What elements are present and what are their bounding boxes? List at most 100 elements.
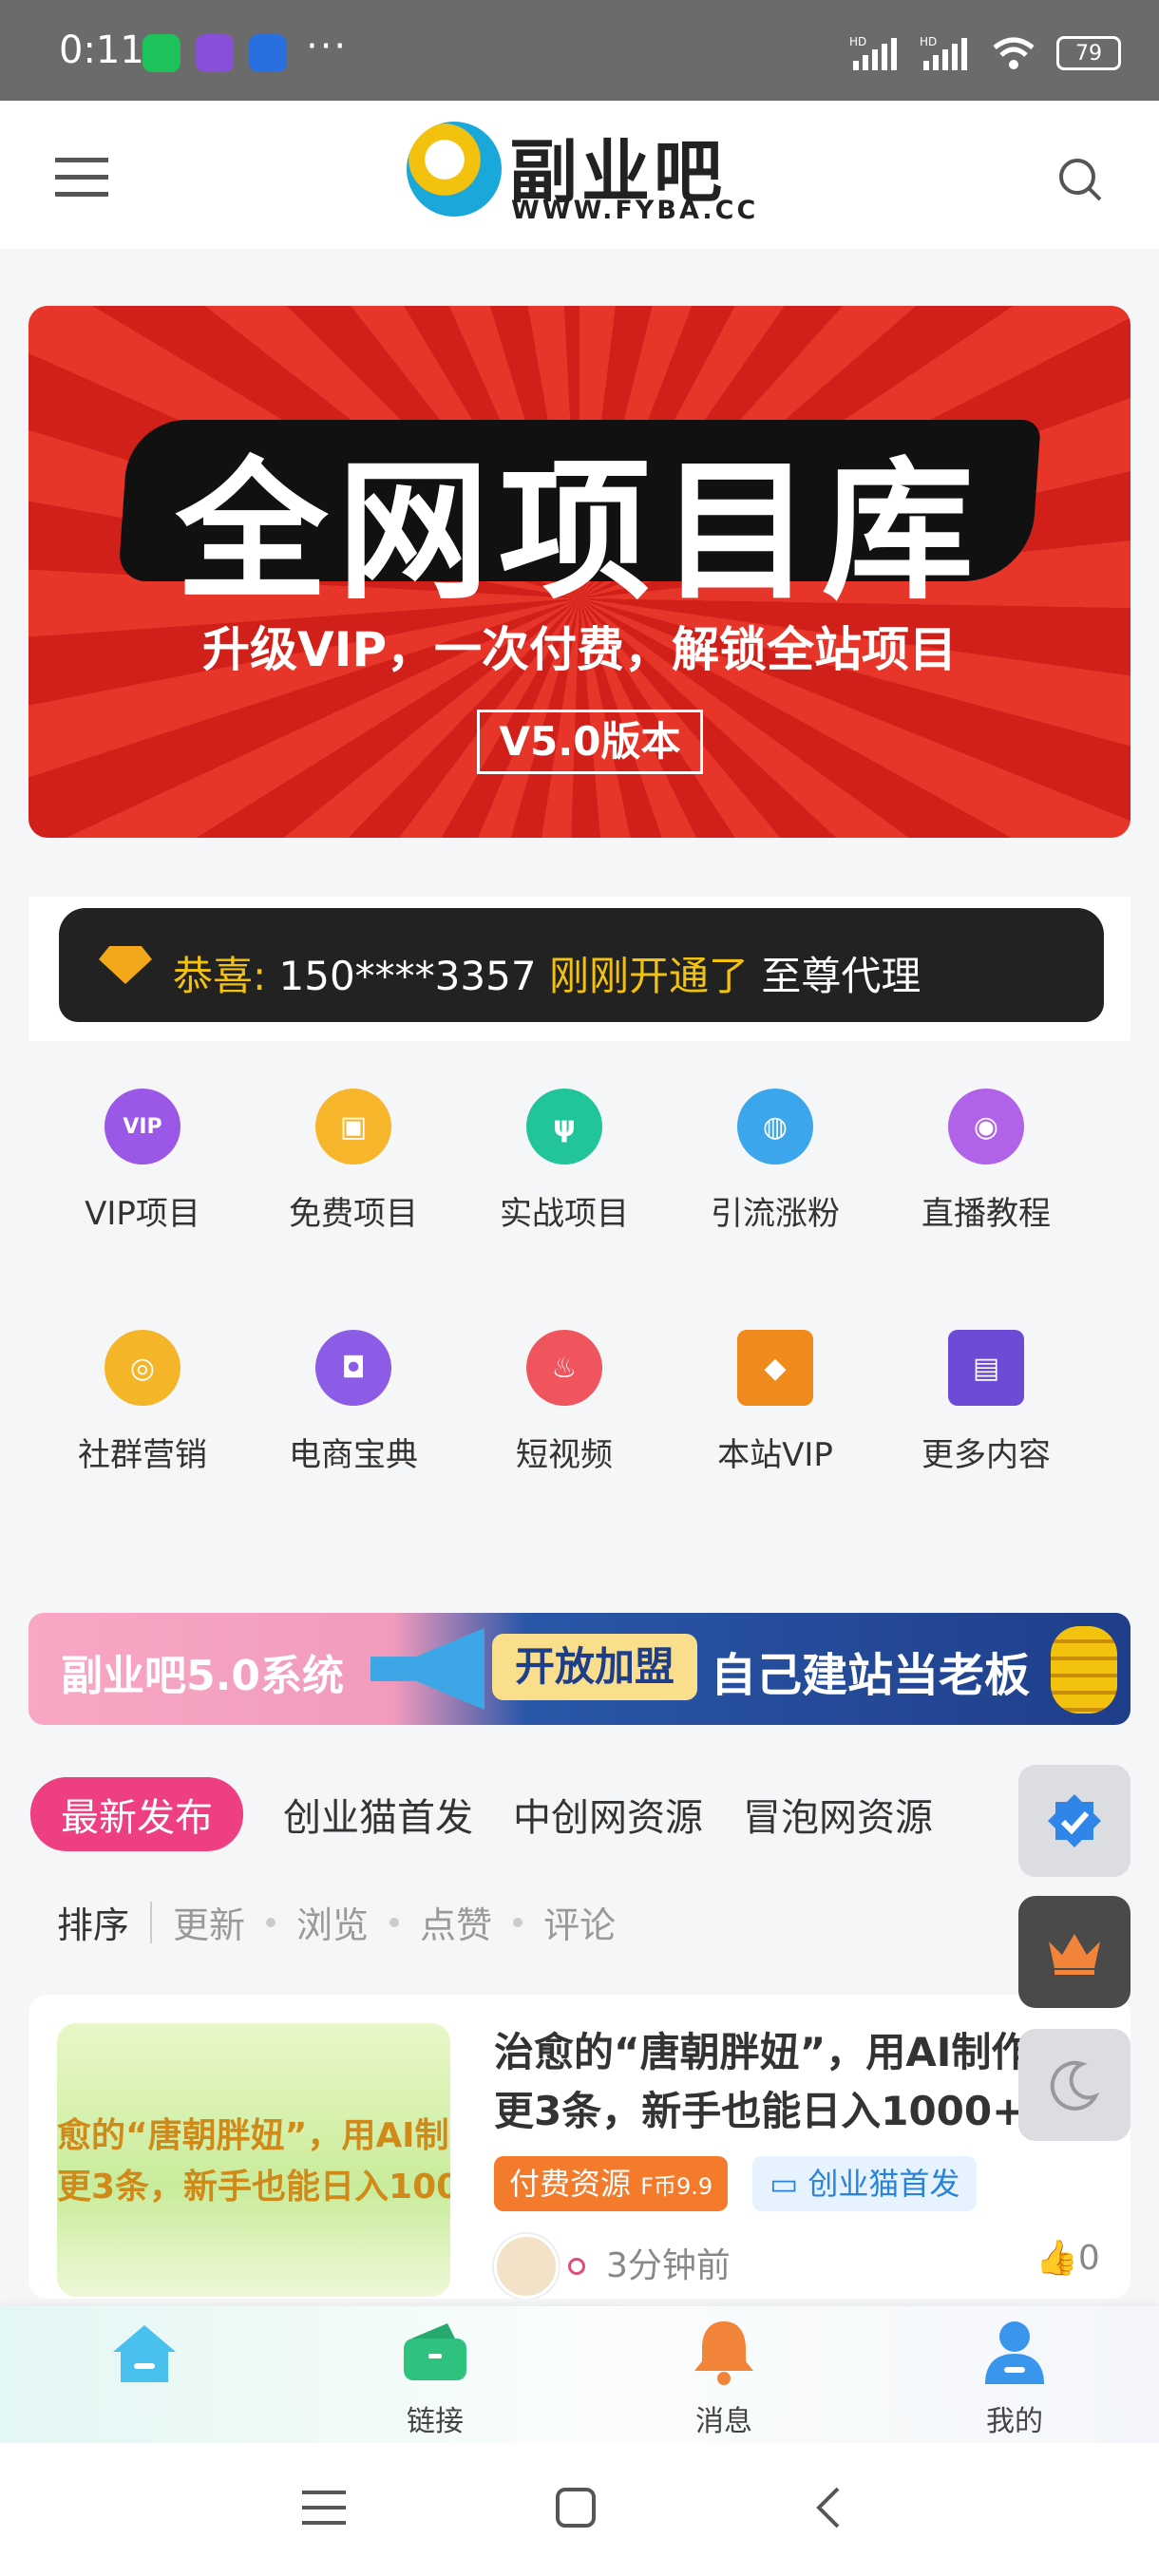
source-tag[interactable]: ▭ 创业猫首发 xyxy=(752,2156,978,2211)
nav-home[interactable] xyxy=(68,2318,220,2397)
utensils-icon: ψ xyxy=(526,1089,602,1165)
category-label: VIP项目 xyxy=(85,1195,200,1233)
vip-star-icon: VIP xyxy=(104,1089,180,1165)
vip-crown-button[interactable] xyxy=(1018,1896,1130,2008)
paid-resource-tag: 付费资源 F币9.9 xyxy=(494,2156,729,2211)
category-label: 引流涨粉 xyxy=(711,1195,840,1233)
svg-text:HD: HD xyxy=(920,35,937,48)
menu-icon[interactable] xyxy=(55,156,108,199)
article-title-line-2: 更3条，新手也能日入1000+ xyxy=(494,2088,1026,2134)
nav-me[interactable]: 我的 xyxy=(939,2318,1091,2439)
verified-badge-icon xyxy=(1048,1794,1101,1847)
sort-dot xyxy=(390,1917,400,1927)
category-label: 社群营销 xyxy=(78,1436,207,1474)
notice-prefix: 恭喜: xyxy=(173,953,267,999)
sort-update[interactable]: 更新 xyxy=(173,1896,245,1948)
category-traffic[interactable]: ◍ 引流涨粉 xyxy=(699,1089,851,1234)
tab-zhongchuang[interactable]: 中创网资源 xyxy=(513,1787,703,1842)
sort-dot xyxy=(513,1917,523,1927)
banner-version: V5.0版本 xyxy=(477,710,703,774)
thumbnail-line-2: 更3条，新手也能日入1000 xyxy=(57,2168,450,2207)
category-ecommerce[interactable]: ◘ 电商宝典 xyxy=(277,1330,429,1475)
banner-subtitle: 升级VIP，一次付费，解锁全站项目 xyxy=(202,622,957,677)
wifi-icon xyxy=(993,37,1035,69)
wallet-icon xyxy=(404,2323,466,2380)
notice-level: 至尊代理 xyxy=(761,953,922,999)
nav-link[interactable]: 链接 xyxy=(359,2318,511,2439)
sort-bar: 排序 更新 浏览 点赞 评论 xyxy=(57,1896,616,1948)
user-icon xyxy=(985,2321,1044,2384)
shield-app-icon xyxy=(249,34,287,72)
tab-latest[interactable]: 最新发布 xyxy=(30,1777,243,1851)
article-title[interactable]: 治愈的“唐朝胖妞”，用AI制作 更3条，新手也能日入1000+ xyxy=(494,2023,1102,2141)
time-dot-icon xyxy=(568,2258,585,2275)
folder-icon: ▭ xyxy=(770,2166,799,2202)
diamond-icon: ◆ xyxy=(737,1330,813,1406)
thumbnail-text: 愈的“唐朝胖妞”，用AI制 更3条，新手也能日入1000 xyxy=(57,2111,450,2213)
category-label: 实战项目 xyxy=(500,1195,629,1233)
promo-banner[interactable]: 副业吧5.0系统 开放加盟 自己建站当老板 xyxy=(28,1613,1130,1725)
status-bar: 0:11 ··· HD HD 79 xyxy=(0,0,1159,101)
logo-url: WWW.FYBA.CC xyxy=(511,196,759,225)
search-icon[interactable] xyxy=(1056,156,1104,203)
category-site-vip[interactable]: ◆ 本站VIP xyxy=(699,1330,851,1475)
content-tabs: 最新发布 创业猫首发 中创网资源 冒泡网资源 xyxy=(30,1777,933,1851)
category-more[interactable]: ▤ 更多内容 xyxy=(910,1330,1062,1475)
verified-button[interactable] xyxy=(1018,1765,1130,1877)
thumbs-up-icon: 👍 xyxy=(1036,2239,1078,2278)
nav-link-label: 链接 xyxy=(407,2405,464,2438)
sort-title: 排序 xyxy=(57,1904,130,1946)
app-icon xyxy=(196,34,234,72)
like-button[interactable]: 👍0 xyxy=(1036,2238,1100,2278)
category-label: 更多内容 xyxy=(922,1436,1051,1474)
nav-messages[interactable]: 消息 xyxy=(648,2318,800,2439)
recent-apps-icon[interactable] xyxy=(302,2489,346,2527)
signal-icon: HD xyxy=(849,35,897,70)
status-indicators: HD HD 79 xyxy=(849,32,1121,74)
article-title-line-1: 治愈的“唐朝胖妞”，用AI制作 xyxy=(494,2029,1032,2075)
status-time: 0:11 xyxy=(59,28,144,72)
sort-divider xyxy=(150,1901,153,1943)
notice-text: 恭喜: 150****3357 刚刚开通了 至尊代理 xyxy=(173,944,921,1002)
category-short-video[interactable]: ♨ 短视频 xyxy=(488,1330,640,1475)
sort-comments[interactable]: 评论 xyxy=(543,1896,616,1948)
nav-messages-label: 消息 xyxy=(695,2405,752,2438)
category-live[interactable]: ◉ 直播教程 xyxy=(910,1089,1062,1234)
category-practice[interactable]: ψ 实战项目 xyxy=(488,1089,640,1234)
logo-icon[interactable] xyxy=(407,122,502,217)
home-system-icon[interactable] xyxy=(555,2487,597,2529)
category-free[interactable]: ▣ 免费项目 xyxy=(277,1089,429,1234)
sort-likes[interactable]: 点赞 xyxy=(420,1896,492,1948)
film-reel-icon: ◉ xyxy=(948,1089,1024,1165)
megaphone-icon xyxy=(370,1628,484,1710)
category-vip[interactable]: VIP VIP项目 xyxy=(66,1089,218,1234)
battery-icon: 79 xyxy=(1056,36,1121,70)
category-community[interactable]: ◎ 社群营销 xyxy=(66,1330,218,1475)
nav-me-label: 我的 xyxy=(986,2405,1043,2438)
sort-dot xyxy=(266,1917,276,1927)
moon-icon xyxy=(1050,2060,1100,2111)
home-icon xyxy=(113,2325,176,2382)
promo-right-text: 自己建站当老板 xyxy=(711,1649,1031,1702)
banner-title: 全网项目库 xyxy=(175,443,983,620)
paid-tag-label: 付费资源 xyxy=(509,2166,632,2202)
dark-mode-button[interactable] xyxy=(1018,2029,1130,2141)
sort-views[interactable]: 浏览 xyxy=(296,1896,369,1948)
promo-badge: 开放加盟 xyxy=(492,1634,697,1700)
shopping-bag-icon: ◘ xyxy=(315,1330,391,1406)
tab-maopao[interactable]: 冒泡网资源 xyxy=(743,1787,933,1842)
article-thumbnail[interactable]: 愈的“唐朝胖妞”，用AI制 更3条，新手也能日入1000 xyxy=(57,2023,450,2297)
crown-icon xyxy=(1049,1934,1100,1975)
promo-left-text: 副业吧5.0系统 xyxy=(61,1652,344,1700)
article-card[interactable]: 愈的“唐朝胖妞”，用AI制 更3条，新手也能日入1000 治愈的“唐朝胖妞”，用… xyxy=(28,1995,1130,2299)
coins-icon: ◎ xyxy=(104,1330,180,1406)
more-notifications-icon: ··· xyxy=(306,25,349,68)
category-label: 本站VIP xyxy=(717,1436,833,1474)
author-avatar[interactable] xyxy=(494,2234,559,2299)
back-icon[interactable] xyxy=(813,2485,842,2530)
signal-icon-2: HD xyxy=(920,35,967,70)
hero-banner[interactable]: 全网项目库 升级VIP，一次付费，解锁全站项目 V5.0版本 xyxy=(28,306,1130,838)
svg-text:HD: HD xyxy=(849,35,866,48)
tab-chuangyemao[interactable]: 创业猫首发 xyxy=(283,1787,473,1842)
category-label: 短视频 xyxy=(516,1436,613,1474)
